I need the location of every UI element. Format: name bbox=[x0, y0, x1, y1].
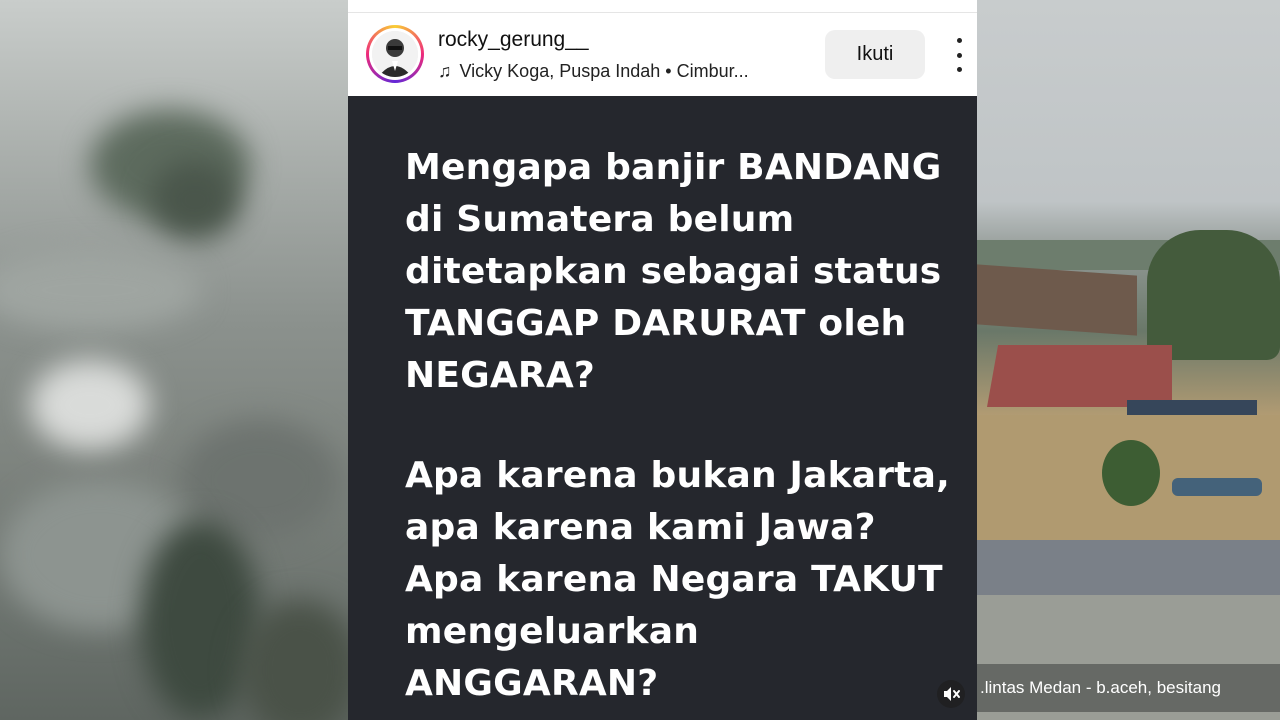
username[interactable]: rocky_gerung__ bbox=[438, 28, 589, 52]
right-video-frame bbox=[977, 0, 1280, 720]
post-card: rocky_gerung__ ♫ Vicky Koga, Puspa Indah… bbox=[348, 0, 977, 720]
avatar[interactable] bbox=[366, 25, 424, 83]
music-note-icon: ♫ bbox=[438, 61, 452, 81]
video-location-caption: .lintas Medan - b.aceh, besitang bbox=[980, 678, 1221, 697]
left-video-frame bbox=[0, 0, 348, 720]
music-info[interactable]: ♫ Vicky Koga, Puspa Indah • Cimbur... bbox=[438, 61, 749, 82]
post-content: Mengapa banjir BANDANG di Sumatera belum… bbox=[348, 96, 977, 720]
post-text-paragraph-2: Apa karena bukan Jakarta, apa karena kam… bbox=[405, 455, 950, 704]
muted-speaker-icon bbox=[944, 687, 960, 701]
music-label: Vicky Koga, Puspa Indah • Cimbur... bbox=[459, 61, 749, 81]
avatar-image bbox=[372, 31, 418, 77]
post-text-paragraph-1: Mengapa banjir BANDANG di Sumatera belum… bbox=[405, 147, 942, 396]
follow-button[interactable]: Ikuti bbox=[825, 30, 925, 79]
more-vertical-icon[interactable] bbox=[946, 38, 972, 72]
mute-button[interactable] bbox=[937, 680, 965, 708]
divider bbox=[348, 12, 977, 13]
